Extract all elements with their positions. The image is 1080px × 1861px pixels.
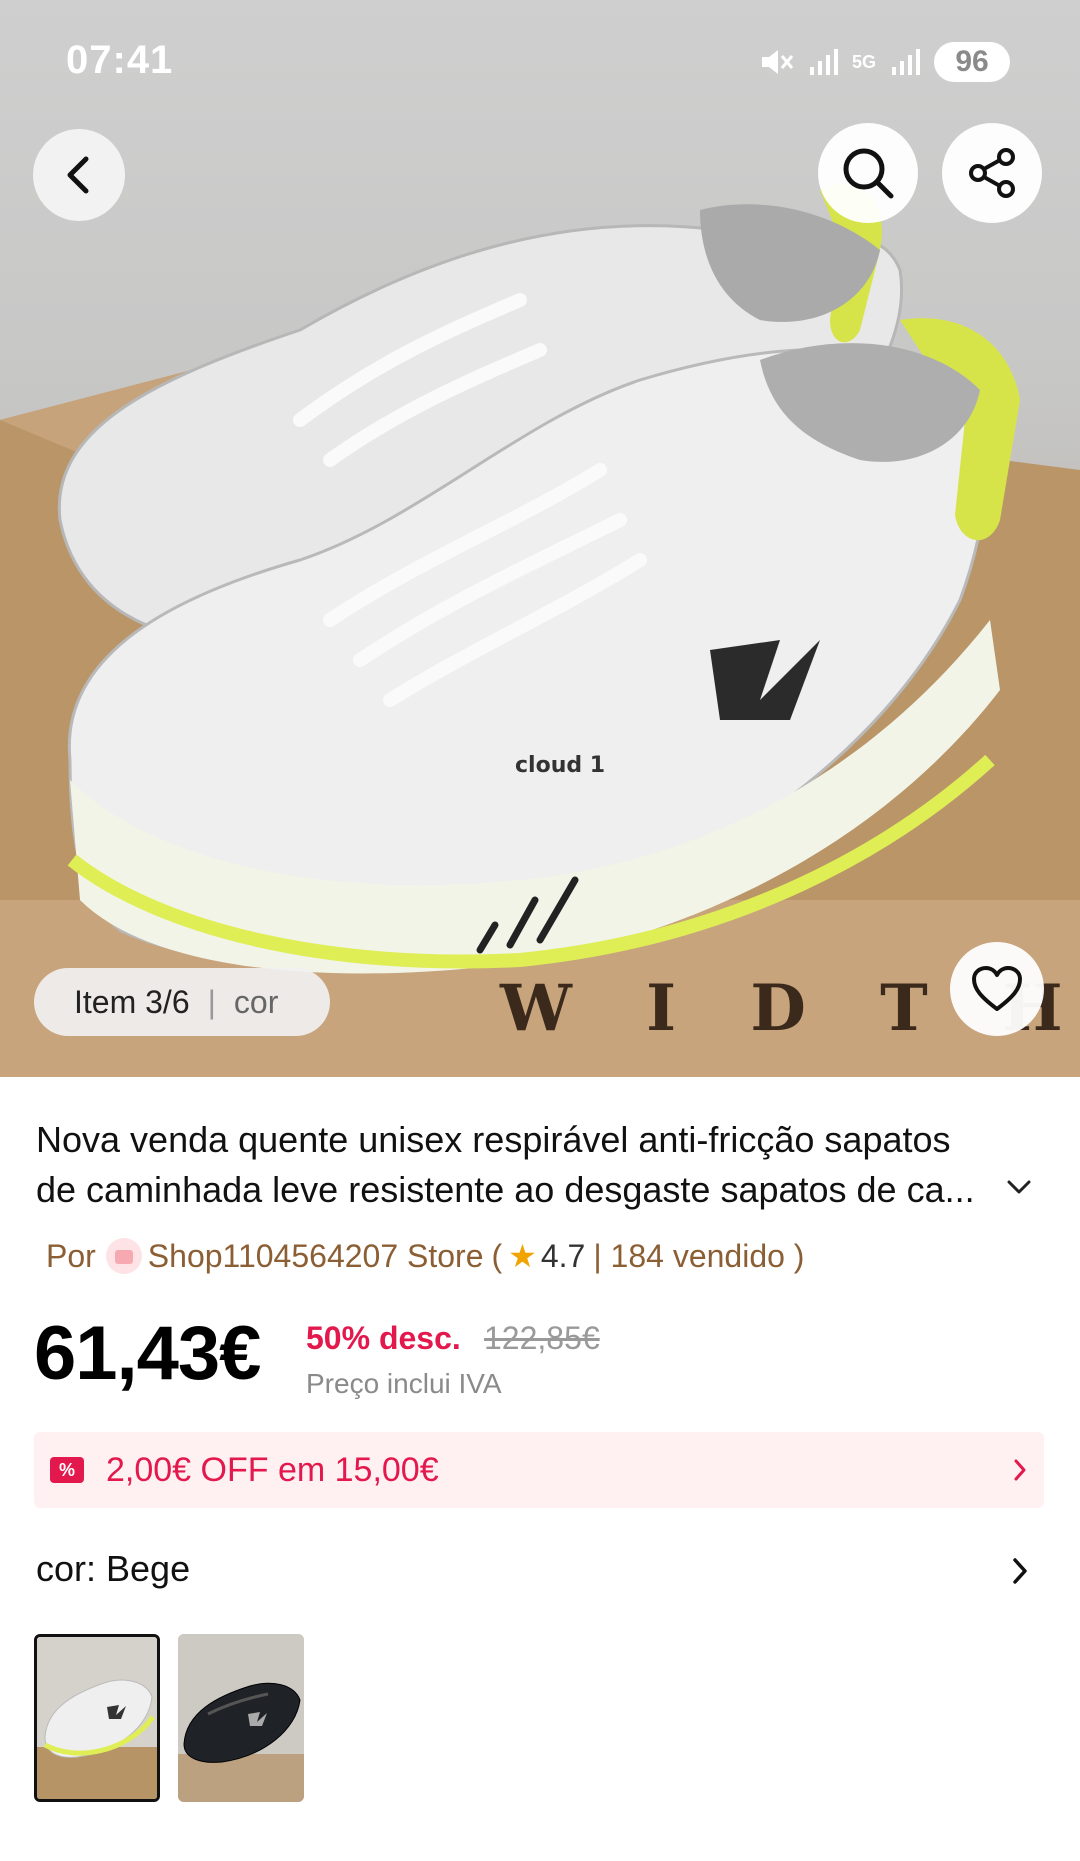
coupon-banner[interactable]: % 2,00€ OFF em 15,00€ bbox=[34, 1432, 1044, 1508]
search-button[interactable] bbox=[818, 123, 918, 223]
chevron-right-icon bbox=[1014, 1459, 1026, 1481]
original-price: 122,85€ bbox=[484, 1320, 600, 1356]
swatch-image bbox=[178, 1634, 304, 1802]
vat-note: Preço inclui IVA bbox=[306, 1368, 502, 1399]
color-swatch-bege[interactable] bbox=[34, 1634, 160, 1802]
chevron-right-icon[interactable] bbox=[1010, 1556, 1030, 1586]
store-link[interactable]: Por Shop1104564207 Store ( ★ 4.7 | 184 v… bbox=[46, 1237, 804, 1275]
status-time: 07:41 bbox=[66, 38, 174, 82]
search-icon bbox=[843, 148, 894, 199]
product-title-line: Nova venda quente unisex respirável anti… bbox=[36, 1119, 951, 1160]
chevron-left-icon bbox=[67, 156, 89, 194]
coupon-icon: % bbox=[50, 1457, 84, 1483]
product-photo: W I D T H cloud 1 bbox=[0, 183, 1080, 1077]
discount-badge: 50% desc. bbox=[306, 1320, 461, 1356]
current-price: 61,43€ bbox=[34, 1311, 261, 1396]
star-icon: ★ bbox=[508, 1238, 537, 1274]
back-button[interactable] bbox=[33, 129, 125, 221]
store-icon bbox=[105, 1238, 142, 1274]
item-counter: Item 3/6 bbox=[74, 983, 190, 1020]
signal-icon bbox=[892, 49, 920, 75]
store-name: Shop1104564207 Store bbox=[147, 1237, 484, 1274]
favorite-button[interactable] bbox=[950, 942, 1044, 1036]
product-title-line: de caminhada leve resistente ao desgaste… bbox=[36, 1169, 975, 1210]
gallery-item-indicator[interactable]: Item 3/6 | cor bbox=[34, 968, 330, 1036]
status-icons: 5G 96 bbox=[760, 40, 1010, 84]
expand-title-icon[interactable] bbox=[1006, 1178, 1032, 1196]
share-button[interactable] bbox=[942, 123, 1042, 223]
product-title[interactable]: Nova venda quente unisex respirável anti… bbox=[36, 1115, 1026, 1215]
heart-icon bbox=[972, 966, 1022, 1011]
coupon-text: 2,00€ OFF em 15,00€ bbox=[106, 1450, 439, 1489]
battery-indicator: 96 bbox=[934, 42, 1010, 82]
svg-text:cloud 1: cloud 1 bbox=[515, 753, 605, 778]
share-icon bbox=[969, 148, 1015, 198]
swatch-image bbox=[37, 1637, 157, 1799]
product-image-gallery[interactable]: W I D T H cloud 1 07:41 5G 96 Item 3/6 |… bbox=[0, 0, 1080, 1077]
store-paren: ( bbox=[491, 1237, 503, 1274]
mute-icon bbox=[761, 50, 794, 74]
color-selector-label[interactable]: cor: Bege bbox=[36, 1548, 190, 1590]
pill-divider: | bbox=[207, 983, 216, 1020]
store-prefix: Por bbox=[46, 1237, 96, 1274]
5g-icon: 5G bbox=[851, 52, 876, 72]
color-swatch-preto[interactable] bbox=[178, 1634, 304, 1802]
store-rating: 4.7 bbox=[540, 1237, 586, 1274]
variant-filter-label: cor bbox=[233, 983, 279, 1020]
store-sold-count: | 184 vendido ) bbox=[593, 1237, 805, 1274]
signal-icon bbox=[809, 49, 838, 75]
